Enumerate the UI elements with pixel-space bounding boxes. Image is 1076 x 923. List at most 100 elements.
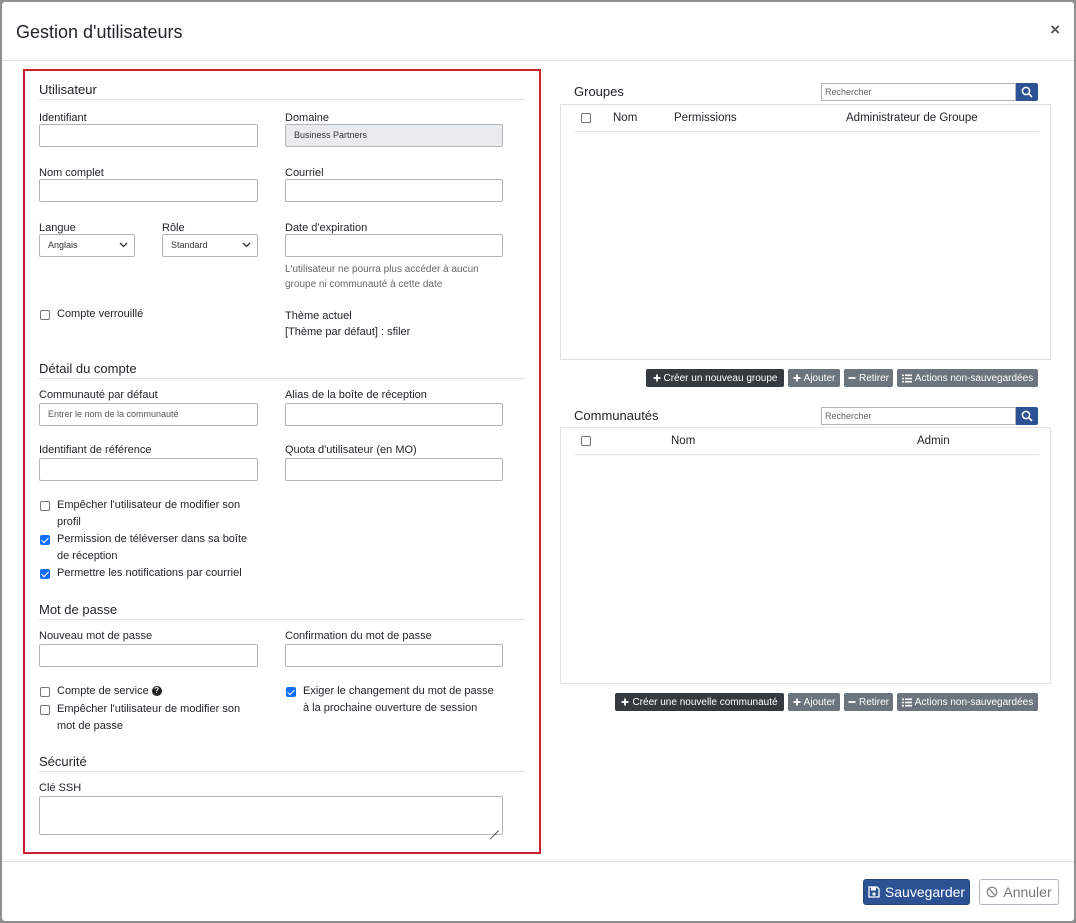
communities-col-admin[interactable]: Admin	[917, 435, 950, 447]
resize-handle-icon[interactable]	[489, 821, 499, 831]
language-label: Langue	[39, 222, 76, 234]
service-account-label: Compte de service	[57, 685, 149, 697]
cancel-button[interactable]: Annuler	[979, 879, 1059, 905]
communities-table-header: Nom Admin	[575, 428, 1039, 455]
user-form: Utilisateur Identifiant Domaine Business…	[23, 69, 541, 854]
list-icon	[901, 698, 912, 706]
prevent-profile-label-1: Empêcher l'utilisateur de modifier son	[57, 499, 241, 511]
require-change-checkbox[interactable]	[286, 687, 296, 697]
upload-permission-label-2: de réception	[57, 550, 118, 562]
ssh-key-textarea[interactable]	[39, 796, 503, 835]
prevent-password-checkbox[interactable]	[40, 705, 50, 715]
confirm-password-label: Confirmation du mot de passe	[285, 630, 432, 642]
upload-permission-label-1: Permission de téléverser dans sa boîte	[57, 533, 248, 545]
default-community-label: Communauté par défaut	[39, 389, 158, 401]
ban-icon	[986, 886, 998, 898]
plus-icon	[653, 374, 660, 382]
add-group-button[interactable]: Ajouter	[788, 369, 840, 387]
service-account-checkbox[interactable]	[40, 687, 50, 697]
email-input[interactable]	[285, 179, 503, 202]
create-group-button[interactable]: Créer un nouveau groupe	[646, 369, 784, 387]
language-value: Anglais	[48, 240, 78, 250]
prevent-profile-label-2: profil	[57, 516, 81, 528]
groups-unsaved-actions-button[interactable]: Actions non-sauvegardées	[897, 369, 1038, 387]
remove-group-button[interactable]: Retirer	[844, 369, 893, 387]
minus-icon	[848, 701, 856, 703]
groups-search-button[interactable]	[1016, 83, 1038, 101]
new-password-input[interactable]	[39, 644, 258, 667]
confirm-password-input[interactable]	[285, 644, 503, 667]
locked-checkbox[interactable]	[40, 310, 50, 320]
require-change-label-1: Exiger le changement du mot de passe	[303, 685, 494, 697]
save-label: Sauvegarder	[884, 884, 966, 900]
groups-col-admin[interactable]: Administrateur de Groupe	[846, 112, 978, 124]
expiration-help-line1: L'utilisateur ne pourra plus accéder à a…	[285, 264, 479, 275]
modal-footer: Sauvegarder Annuler	[2, 861, 1074, 922]
quota-label: Quota d'utilisateur (en MO)	[285, 444, 417, 456]
add-community-label: Ajouter	[803, 696, 836, 708]
expiration-input[interactable]	[285, 234, 503, 257]
question-circle-icon[interactable]: ?	[151, 686, 162, 696]
expiration-help-line2: groupe ni communauté à cette date	[285, 279, 443, 290]
reference-id-input[interactable]	[39, 458, 258, 481]
groups-table: Nom Permissions Administrateur de Groupe	[560, 104, 1051, 360]
language-select[interactable]: Anglais	[39, 234, 135, 257]
prevent-password-label-2: mot de passe	[57, 720, 124, 732]
prevent-profile-checkbox[interactable]	[40, 501, 50, 511]
groups-col-permissions[interactable]: Permissions	[674, 112, 737, 124]
add-community-button[interactable]: Ajouter	[788, 693, 840, 711]
email-notifications-checkbox[interactable]	[40, 569, 50, 579]
plus-icon	[621, 698, 629, 706]
communities-title: Communautés	[574, 408, 659, 423]
default-community-input[interactable]: Entrer le nom de la communauté	[39, 403, 258, 426]
plus-icon	[793, 374, 801, 382]
role-select[interactable]: Standard	[162, 234, 258, 257]
search-icon	[1021, 86, 1033, 98]
expiration-label: Date d'expiration	[285, 222, 368, 234]
communities-col-name[interactable]: Nom	[671, 435, 695, 447]
modal-title: Gestion d'utilisateurs	[16, 22, 183, 42]
inbox-alias-input[interactable]	[285, 403, 503, 426]
create-community-button[interactable]: Créer une nouvelle communauté	[615, 693, 784, 711]
remove-community-label: Retirer	[858, 696, 889, 708]
groups-col-name[interactable]: Nom	[613, 112, 637, 124]
create-group-label: Créer un nouveau groupe	[663, 372, 778, 384]
locked-label: Compte verrouillé	[57, 308, 144, 320]
search-icon	[1021, 410, 1033, 422]
close-icon[interactable]: ×	[1050, 20, 1060, 40]
service-account-label-wrap: Compte de service?	[57, 683, 162, 700]
groups-search-input[interactable]: Rechercher	[821, 83, 1016, 101]
fullname-input[interactable]	[39, 179, 258, 202]
section-account-title: Détail du compte	[39, 361, 525, 379]
communities-search-input[interactable]: Rechercher	[821, 407, 1016, 425]
ssh-key-label: Clé SSH	[39, 782, 82, 794]
plus-icon	[793, 698, 801, 706]
domain-input[interactable]: Business Partners	[285, 124, 503, 147]
communities-select-all-checkbox[interactable]	[581, 436, 591, 446]
role-value: Standard	[171, 240, 208, 250]
prevent-password-label-1: Empêcher l'utilisateur de modifier son	[57, 703, 241, 715]
theme-label: Thème actuel	[285, 310, 352, 322]
identifier-input[interactable]	[39, 124, 258, 147]
identifier-label: Identifiant	[39, 112, 87, 124]
add-group-label: Ajouter	[803, 372, 836, 384]
create-community-label: Créer une nouvelle communauté	[632, 696, 778, 708]
new-password-label: Nouveau mot de passe	[39, 630, 153, 642]
save-button[interactable]: Sauvegarder	[863, 879, 970, 905]
email-notifications-label: Permettre les notifications par courriel	[57, 567, 242, 579]
upload-permission-checkbox[interactable]	[40, 535, 50, 545]
chevron-down-icon	[119, 242, 128, 248]
inbox-alias-label: Alias de la boîte de réception	[285, 389, 427, 401]
domain-label: Domaine	[285, 112, 330, 124]
floppy-disk-icon	[868, 886, 880, 898]
chevron-down-icon	[242, 242, 251, 248]
communities-unsaved-actions-label: Actions non-sauvegardées	[914, 696, 1034, 708]
cancel-label: Annuler	[1003, 884, 1052, 900]
communities-search-button[interactable]	[1016, 407, 1038, 425]
remove-community-button[interactable]: Retirer	[844, 693, 893, 711]
section-security-title: Sécurité	[39, 754, 525, 772]
section-password-title: Mot de passe	[39, 602, 525, 620]
quota-input[interactable]	[285, 458, 503, 481]
groups-select-all-checkbox[interactable]	[581, 113, 591, 123]
communities-unsaved-actions-button[interactable]: Actions non-sauvegardées	[897, 693, 1038, 711]
